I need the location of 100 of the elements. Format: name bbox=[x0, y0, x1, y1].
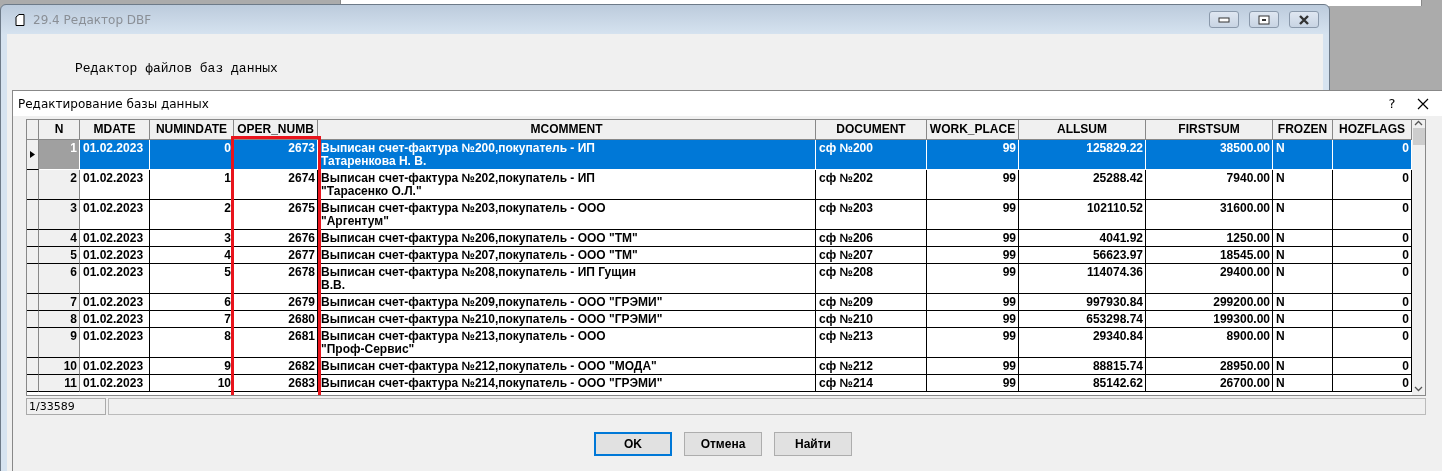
table-cell: 99 bbox=[927, 200, 1019, 230]
column-header[interactable]: HOZFLAGS bbox=[1333, 120, 1412, 140]
table-cell: 114074.36 bbox=[1019, 264, 1146, 294]
maximize-icon bbox=[1258, 14, 1270, 25]
table-cell: 99 bbox=[927, 170, 1019, 200]
column-header[interactable]: DOCUMENT bbox=[816, 120, 927, 140]
table-cell: 653298.74 bbox=[1019, 311, 1146, 328]
table-cell: 99 bbox=[927, 358, 1019, 375]
maximize-button[interactable] bbox=[1249, 11, 1279, 28]
table-cell: 11 bbox=[39, 375, 80, 392]
row-selector[interactable] bbox=[27, 328, 39, 358]
table-cell: 01.02.2023 bbox=[80, 375, 150, 392]
table-cell: N bbox=[1273, 358, 1333, 375]
dialog-button[interactable]: Найти bbox=[774, 432, 852, 456]
table-cell: 7 bbox=[150, 311, 234, 328]
scrollbar[interactable] bbox=[1412, 120, 1425, 395]
table-cell: 99 bbox=[927, 328, 1019, 358]
table-cell: 31600.00 bbox=[1146, 200, 1273, 230]
table-cell: 99 bbox=[927, 230, 1019, 247]
column-header[interactable]: FROZEN bbox=[1273, 120, 1333, 140]
table-cell: Выписан счет-фактура №214,покупатель - ООО "ГРЭМИ" bbox=[318, 375, 816, 392]
row-selector[interactable] bbox=[27, 358, 39, 375]
scrollbar-thumb[interactable] bbox=[1412, 128, 1425, 145]
table-cell: сф №210 bbox=[816, 311, 927, 328]
table-cell: Выписан счет-фактура №208,покупатель - ИП Гущин В.В. bbox=[318, 264, 816, 294]
table-cell: 01.02.2023 bbox=[80, 264, 150, 294]
table-cell: 1 bbox=[39, 140, 80, 170]
table-cell: Выписан счет-фактура №200,покупатель - ИП Татаренкова Н. В. bbox=[318, 140, 816, 170]
row-selector[interactable] bbox=[27, 294, 39, 311]
table-cell: 199300.00 bbox=[1146, 311, 1273, 328]
table-cell: N bbox=[1273, 247, 1333, 264]
table-cell: 7940.00 bbox=[1146, 170, 1273, 200]
scroll-down-icon[interactable] bbox=[1414, 386, 1423, 392]
table-cell: N bbox=[1273, 375, 1333, 392]
column-header[interactable]: FIRSTSUM bbox=[1146, 120, 1273, 140]
table-cell: сф №214 bbox=[816, 375, 927, 392]
minimize-button[interactable] bbox=[1209, 11, 1239, 28]
row-selector[interactable] bbox=[27, 311, 39, 328]
table-cell: Выписан счет-фактура №213,покупатель - ООО "Проф-Сервис" bbox=[318, 328, 816, 358]
dialog-button[interactable]: Отмена bbox=[684, 432, 762, 456]
column-header[interactable]: MDATE bbox=[80, 120, 150, 140]
table-cell: 99 bbox=[927, 294, 1019, 311]
table-cell: 4 bbox=[150, 247, 234, 264]
column-header[interactable]: MCOMMENT bbox=[318, 120, 816, 140]
table-cell: 01.02.2023 bbox=[80, 230, 150, 247]
table-cell: 25288.42 bbox=[1019, 170, 1146, 200]
row-selector[interactable] bbox=[27, 230, 39, 247]
table-cell: 8 bbox=[39, 311, 80, 328]
column-header[interactable]: ALLSUM bbox=[1019, 120, 1146, 140]
table-cell: N bbox=[1273, 200, 1333, 230]
table-cell: 3 bbox=[39, 200, 80, 230]
table-cell: сф №212 bbox=[816, 358, 927, 375]
table-cell: Выписан счет-фактура №202,покупатель - ИП "Тарасенко О.Л." bbox=[318, 170, 816, 200]
table-cell: Выписан счет-фактура №209,покупатель - ООО "ГРЭМИ" bbox=[318, 294, 816, 311]
close-button[interactable] bbox=[1289, 11, 1319, 28]
document-icon bbox=[15, 13, 25, 26]
table-cell: сф №213 bbox=[816, 328, 927, 358]
table-cell: 7 bbox=[39, 294, 80, 311]
row-selector[interactable] bbox=[27, 247, 39, 264]
table-cell: сф №202 bbox=[816, 170, 927, 200]
table-cell: 8900.00 bbox=[1146, 328, 1273, 358]
table-cell: N bbox=[1273, 170, 1333, 200]
dialog-button[interactable]: OK bbox=[594, 432, 672, 456]
table-cell: 01.02.2023 bbox=[80, 247, 150, 264]
record-counter: 1/33589 bbox=[26, 398, 106, 415]
table-cell: 56623.97 bbox=[1019, 247, 1146, 264]
scroll-up-icon[interactable] bbox=[1414, 120, 1423, 126]
table-cell: 3 bbox=[150, 230, 234, 247]
table-cell: 26700.00 bbox=[1146, 375, 1273, 392]
table-cell: 1250.00 bbox=[1146, 230, 1273, 247]
table-cell: 01.02.2023 bbox=[80, 170, 150, 200]
table-cell: 18545.00 bbox=[1146, 247, 1273, 264]
table-cell: N bbox=[1273, 311, 1333, 328]
row-selector[interactable] bbox=[27, 264, 39, 294]
table-cell: 28950.00 bbox=[1146, 358, 1273, 375]
row-selector[interactable] bbox=[27, 140, 39, 170]
table-cell: 4041.92 bbox=[1019, 230, 1146, 247]
table-cell: N bbox=[1273, 140, 1333, 170]
table-cell: 99 bbox=[927, 375, 1019, 392]
column-header[interactable]: N bbox=[39, 120, 80, 140]
help-button[interactable]: ? bbox=[1375, 96, 1409, 111]
table-cell: Выписан счет-фактура №212,покупатель - ООО "МОДА" bbox=[318, 358, 816, 375]
table-cell: 10 bbox=[39, 358, 80, 375]
table-cell: 0 bbox=[1333, 140, 1412, 170]
row-selector[interactable] bbox=[27, 375, 39, 392]
table-cell: сф №207 bbox=[816, 247, 927, 264]
table-cell: 01.02.2023 bbox=[80, 140, 150, 170]
row-selector[interactable] bbox=[27, 200, 39, 230]
row-selector[interactable] bbox=[27, 170, 39, 200]
table-cell: сф №200 bbox=[816, 140, 927, 170]
column-header[interactable]: NUMINDATE bbox=[150, 120, 234, 140]
table-cell: 29400.00 bbox=[1146, 264, 1273, 294]
table-cell: 102110.52 bbox=[1019, 200, 1146, 230]
table-cell: N bbox=[1273, 230, 1333, 247]
table-cell: 9 bbox=[150, 358, 234, 375]
table-cell: 99 bbox=[927, 140, 1019, 170]
table-cell: 99 bbox=[927, 247, 1019, 264]
column-header[interactable]: WORK_PLACE bbox=[927, 120, 1019, 140]
table-cell: N bbox=[1273, 264, 1333, 294]
close-icon[interactable] bbox=[1417, 97, 1429, 110]
